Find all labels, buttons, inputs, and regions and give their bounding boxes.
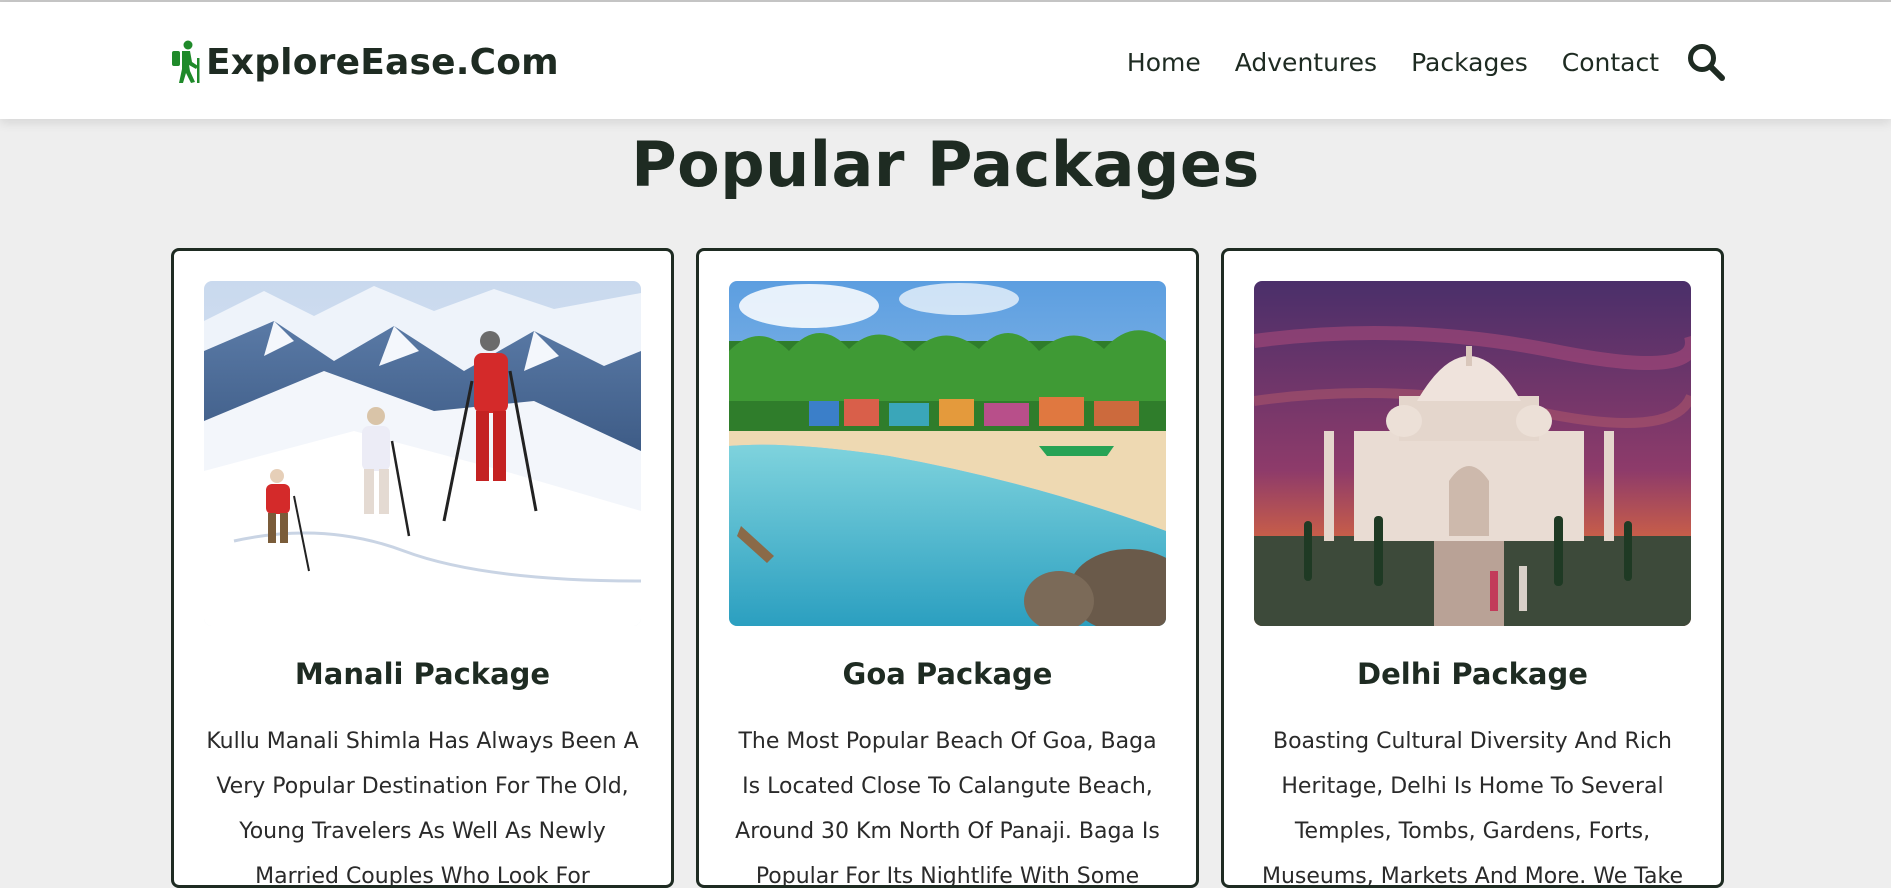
package-description: Kullu Manali Shimla Has Always Been A Ve… xyxy=(206,729,639,888)
package-card-manali: Manali Package Kullu Manali Shimla Has A… xyxy=(171,248,674,888)
nav-adventures[interactable]: Adventures xyxy=(1235,48,1377,77)
nav-contact[interactable]: Contact xyxy=(1562,48,1659,77)
delhi-image xyxy=(1254,281,1691,626)
package-description: The Most Popular Beach Of Goa, Baga Is L… xyxy=(735,729,1160,888)
section-title: Popular Packages xyxy=(631,128,1260,201)
site-header: ExploreEase.Com Home Adventures Packages… xyxy=(0,2,1891,119)
package-card-delhi: Delhi Package Boasting Cultural Diversit… xyxy=(1221,248,1724,888)
package-card-goa: Goa Package The Most Popular Beach Of Go… xyxy=(696,248,1199,888)
main-nav: Home Adventures Packages Contact xyxy=(1127,38,1659,86)
package-title: Delhi Package xyxy=(1357,657,1588,691)
manali-image xyxy=(204,281,641,626)
package-description: Boasting Cultural Diversity And Rich Her… xyxy=(1261,729,1684,888)
package-title: Manali Package xyxy=(294,657,551,691)
package-title: Goa Package xyxy=(842,657,1053,691)
brand-logo[interactable]: ExploreEase.Com xyxy=(168,38,559,86)
nav-home[interactable]: Home xyxy=(1127,48,1201,77)
hiking-person-icon xyxy=(172,40,200,83)
search-button[interactable] xyxy=(1686,42,1726,82)
search-icon xyxy=(1688,44,1725,81)
brand-name: ExploreEase.Com xyxy=(206,41,559,83)
goa-image xyxy=(729,281,1166,626)
nav-packages[interactable]: Packages xyxy=(1411,48,1528,77)
